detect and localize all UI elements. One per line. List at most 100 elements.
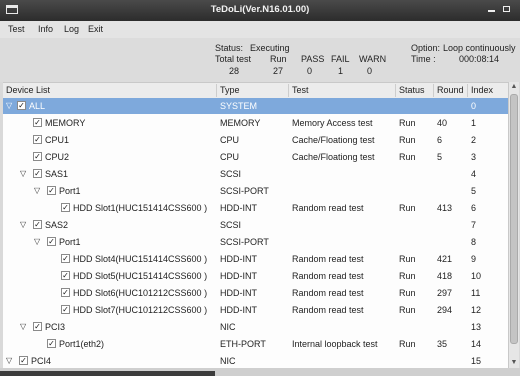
maximize-icon[interactable] [503,6,510,12]
table-row[interactable]: ✓ HDD Slot1(HUC151414CSS600 ) HDD-INT Ra… [3,200,508,216]
column-test[interactable]: Test [292,85,309,95]
test-status: Run [399,271,416,281]
device-name: HDD Slot1(HUC151414CSS600 ) [73,203,208,213]
device-name: PCI4 [31,356,52,366]
table-row[interactable]: ✓ CPU2 CPU Cache/Floationg test Run 5 3 [3,149,508,165]
device-name: Port1 [59,186,81,196]
column-divider[interactable] [467,84,468,97]
device-name: HDD Slot4(HUC151414CSS600 ) [73,254,208,264]
menu-log[interactable]: Log [64,24,79,34]
device-name: HDD Slot5(HUC151414CSS600 ) [73,271,208,281]
test-name: Random read test [292,254,364,264]
row-checkbox[interactable]: ✓ [33,152,42,161]
test-status: Run [399,118,416,128]
device-grid: Device List Type Test Status Round Index… [3,82,508,369]
test-status: Run [399,288,416,298]
column-divider[interactable] [433,84,434,97]
scroll-down-icon[interactable]: ▼ [509,358,519,368]
table-row[interactable]: ✓ HDD Slot7(HUC101212CSS600 ) HDD-INT Ra… [3,302,508,318]
row-checkbox[interactable]: ✓ [33,220,42,229]
column-status[interactable]: Status [399,85,425,95]
table-row[interactable]: ✓ HDD Slot4(HUC151414CSS600 ) HDD-INT Ra… [3,251,508,267]
column-type[interactable]: Type [220,85,240,95]
total-test-label: Total test [215,54,252,64]
table-row[interactable]: ▽ ✓ Port1 SCSI-PORT 5 [3,183,508,199]
device-type: CPU [220,135,240,145]
collapse-arrow-icon[interactable]: ▽ [6,356,12,365]
collapse-arrow-icon[interactable]: ▽ [20,169,26,178]
device-type: CPU [220,152,240,162]
status-panel: Status: Executing Total test 28 Run 27 P… [0,38,520,82]
table-row[interactable]: ▽ ✓ ALL SYSTEM 0 [3,98,508,114]
total-test-value: 28 [229,66,240,76]
row-checkbox[interactable]: ✓ [47,339,56,348]
row-checkbox[interactable]: ✓ [33,118,42,127]
row-checkbox[interactable]: ✓ [61,305,70,314]
collapse-arrow-icon[interactable]: ▽ [20,322,26,331]
test-name: Cache/Floationg test [292,135,375,145]
row-checkbox[interactable]: ✓ [33,322,42,331]
pass-value: 0 [307,66,313,76]
row-index: 8 [471,237,477,247]
minimize-icon[interactable] [488,10,495,12]
column-round[interactable]: Round [437,85,464,95]
collapse-arrow-icon[interactable]: ▽ [6,101,12,110]
collapse-arrow-icon[interactable]: ▽ [20,220,26,229]
time-label: Time : [411,54,436,64]
warn-value: 0 [367,66,373,76]
collapse-arrow-icon[interactable]: ▽ [34,186,40,195]
test-status: Run [399,135,416,145]
row-index: 2 [471,135,477,145]
row-checkbox[interactable]: ✓ [33,169,42,178]
row-checkbox[interactable]: ✓ [61,203,70,212]
row-checkbox[interactable]: ✓ [61,254,70,263]
device-type: SCSI-PORT [220,186,269,196]
row-checkbox[interactable]: ✓ [61,288,70,297]
table-row[interactable]: ▽ ✓ SAS2 SCSI 7 [3,217,508,233]
scroll-up-icon[interactable]: ▲ [509,82,519,92]
column-device-list[interactable]: Device List [6,85,50,95]
row-checkbox[interactable]: ✓ [61,271,70,280]
table-row[interactable]: ✓ MEMORY MEMORY Memory Access test Run 4… [3,115,508,131]
device-name: HDD Slot7(HUC101212CSS600 ) [73,305,208,315]
table-row[interactable]: ▽ ✓ SAS1 SCSI 4 [3,166,508,182]
table-row[interactable]: ✓ HDD Slot5(HUC151414CSS600 ) HDD-INT Ra… [3,268,508,284]
row-checkbox[interactable]: ✓ [19,356,28,365]
row-checkbox[interactable]: ✓ [47,186,56,195]
collapse-arrow-icon[interactable]: ▽ [34,237,40,246]
row-index: 4 [471,169,477,179]
row-checkbox[interactable]: ✓ [47,237,56,246]
table-row[interactable]: ✓ CPU1 CPU Cache/Floationg test Run 6 2 [3,132,508,148]
menu-test[interactable]: Test [8,24,25,34]
round-count: 6 [437,135,443,145]
round-count: 40 [437,118,448,128]
table-row[interactable]: ▽ ✓ PCI3 NIC 13 [3,319,508,335]
table-row[interactable]: ▽ ✓ Port1 SCSI-PORT 8 [3,234,508,250]
menu-exit[interactable]: Exit [88,24,103,34]
table-row[interactable]: ✓ Port1(eth2) ETH-PORT Internal loopback… [3,336,508,352]
title-bar: TeDoLi(Ver.N16.01.00) [0,0,520,21]
test-status: Run [399,152,416,162]
device-type: ETH-PORT [220,339,266,349]
table-row[interactable]: ▽ ✓ PCI4 NIC 15 [3,353,508,369]
scrollbar-thumb[interactable] [510,94,518,344]
table-row[interactable]: ✓ HDD Slot6(HUC101212CSS600 ) HDD-INT Ra… [3,285,508,301]
vertical-scrollbar[interactable]: ▲ ▼ [508,82,519,368]
device-type: MEMORY [220,118,261,128]
round-count: 294 [437,305,453,315]
column-divider[interactable] [216,84,217,97]
pass-label: PASS [301,54,325,64]
status-label: Status: [215,43,244,53]
device-type: HDD-INT [220,305,257,315]
column-index[interactable]: Index [471,85,493,95]
device-name: ALL [29,101,46,111]
status-value: Executing [250,43,290,53]
column-divider[interactable] [288,84,289,97]
column-divider[interactable] [395,84,396,97]
menu-info[interactable]: Info [38,24,53,34]
row-checkbox[interactable]: ✓ [33,135,42,144]
option-label: Option: [411,43,441,53]
fail-label: FAIL [331,54,350,64]
test-name: Random read test [292,288,364,298]
row-checkbox[interactable]: ✓ [17,101,26,110]
